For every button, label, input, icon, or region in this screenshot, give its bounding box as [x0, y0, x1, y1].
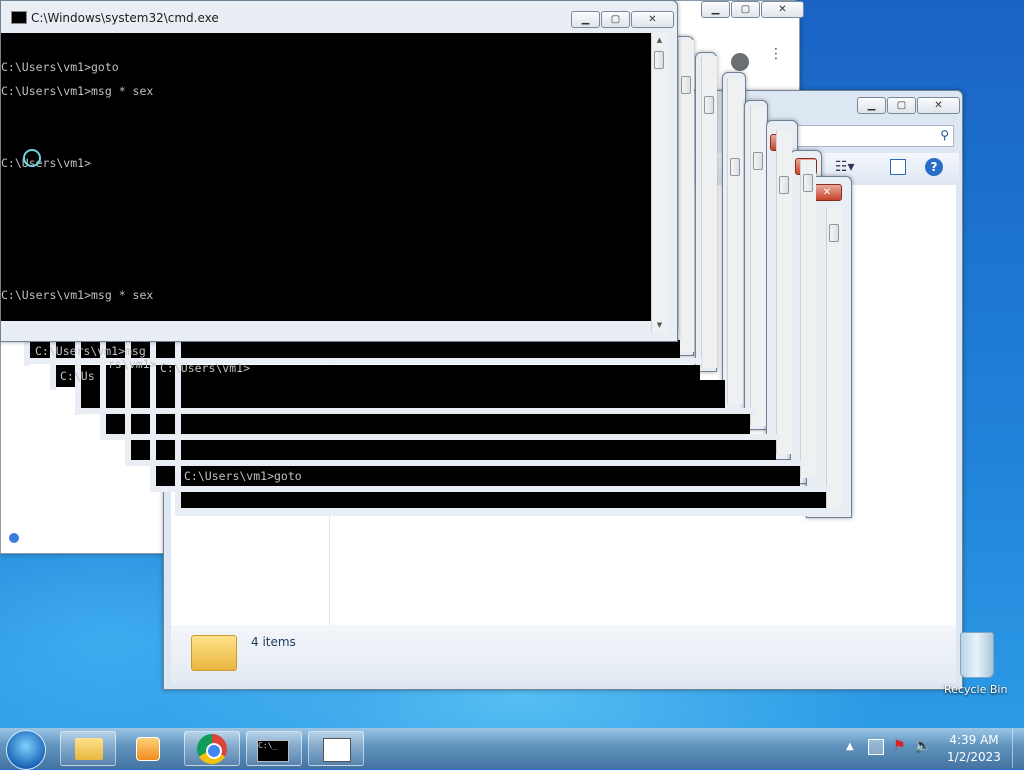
start-orb-icon[interactable]	[6, 730, 46, 770]
close-button[interactable]: ✕	[761, 1, 804, 18]
action-center-icon[interactable]: ⚑	[893, 738, 906, 754]
media-player-icon[interactable]	[136, 737, 160, 761]
menu-dots-icon[interactable]: ⋮	[769, 47, 783, 69]
stack-scrollbar-5[interactable]	[776, 130, 792, 454]
taskbar-cmd-button[interactable]: C:\_	[246, 731, 302, 766]
stack-scrollbar-7[interactable]	[826, 208, 842, 508]
taskbar-explorer-button[interactable]	[60, 731, 116, 766]
help-icon[interactable]: ?	[925, 158, 943, 176]
stack-line-7: C:\Users\vm1>goto	[184, 469, 302, 483]
cascade-bar-7	[175, 508, 851, 516]
console-strip-6	[128, 440, 776, 460]
folder-icon	[191, 635, 237, 671]
cascade-bar-4	[100, 434, 780, 440]
taskbar-chrome-button[interactable]	[184, 731, 240, 766]
cmd-icon	[11, 11, 27, 24]
stack-scrollbar-4[interactable]	[750, 106, 766, 426]
console-strip-8	[176, 490, 826, 508]
search-icon: ⚲	[940, 128, 949, 142]
stack-close-button-3[interactable]: ✕	[812, 184, 842, 201]
explorer-minimize-button[interactable]: ▁	[857, 97, 886, 114]
show-hidden-icons-icon[interactable]: ▲	[846, 741, 854, 752]
stack-line-5: rs\vm1>	[108, 357, 157, 371]
window-icon	[323, 738, 351, 762]
scroll-thumb[interactable]	[654, 51, 664, 69]
network-icon[interactable]	[868, 739, 884, 755]
cascade-bar-5	[125, 460, 805, 466]
stack-scrollbar-1[interactable]	[678, 40, 694, 352]
cmd-scrollbar[interactable]: ▲ ▼	[651, 33, 667, 333]
status-item-count: 4 items	[251, 635, 296, 649]
cmd-minimize-button[interactable]: ▁	[571, 11, 600, 28]
taskbar-date[interactable]: 1/2/2023	[944, 750, 1004, 764]
show-desktop-button[interactable]	[1012, 729, 1024, 768]
explorer-maximize-button[interactable]: ▢	[887, 97, 916, 114]
cmd-maximize-button[interactable]: ▢	[601, 11, 630, 28]
cmd-console[interactable]: C:\Users\vm1>goto C:\Users\vm1>msg * sex…	[1, 33, 651, 321]
profile-icon[interactable]	[731, 53, 749, 71]
chrome-center-icon	[206, 743, 222, 759]
preview-pane-icon[interactable]	[890, 159, 906, 175]
taskbar-window-button[interactable]	[308, 731, 364, 766]
minimize-button[interactable]: ▁	[701, 1, 730, 18]
volume-icon[interactable]: 🔈	[914, 738, 931, 754]
view-options-icon[interactable]: ☷▾	[835, 159, 855, 175]
stack-line-4: C:\Us	[60, 369, 95, 383]
stack-line-3: C:\Users\vm1>msg	[35, 344, 146, 358]
taskbar: C:\_ ▲ ⚑ 🔈 4:39 AM 1/2/2023	[0, 728, 1024, 770]
stack-line-6: C:\Users\vm1>	[160, 361, 251, 375]
stack-scrollbar-3[interactable]	[727, 78, 743, 404]
explorer-close-button[interactable]: ✕	[917, 97, 960, 114]
cmd-icon: C:\_	[257, 740, 289, 762]
stack-scrollbar-2[interactable]	[701, 56, 717, 368]
scroll-down-icon[interactable]: ▼	[652, 318, 667, 333]
taskbar-time[interactable]: 4:39 AM	[944, 733, 1004, 747]
console-line-2: C:\Users\vm1>msg * sex	[1, 84, 154, 98]
loading-dot-icon	[9, 533, 19, 543]
cmd-window[interactable]: C:\Windows\system32\cmd.exe ▁ ▢ ✕ C:\Use…	[0, 0, 678, 342]
recycle-bin-icon[interactable]	[960, 632, 994, 678]
busy-cursor-icon	[23, 149, 41, 167]
stack-scrollbar-6[interactable]	[800, 160, 816, 478]
maximize-button[interactable]: ▢	[731, 1, 760, 18]
console-line-1: C:\Users\vm1>goto	[1, 60, 119, 74]
scroll-up-icon[interactable]: ▲	[652, 33, 667, 48]
console-line-4: C:\Users\vm1>msg * sex	[1, 288, 154, 302]
folder-icon	[75, 738, 103, 760]
cmd-window-title: C:\Windows\system32\cmd.exe	[31, 11, 219, 25]
recycle-bin-label: Recycle Bin	[944, 683, 1008, 696]
console-line-3: C:\Users\vm1>	[1, 156, 92, 170]
cascade-bar-6	[150, 486, 830, 492]
cmd-close-button[interactable]: ✕	[631, 11, 674, 28]
explorer-status-bar: 4 items	[171, 625, 956, 683]
